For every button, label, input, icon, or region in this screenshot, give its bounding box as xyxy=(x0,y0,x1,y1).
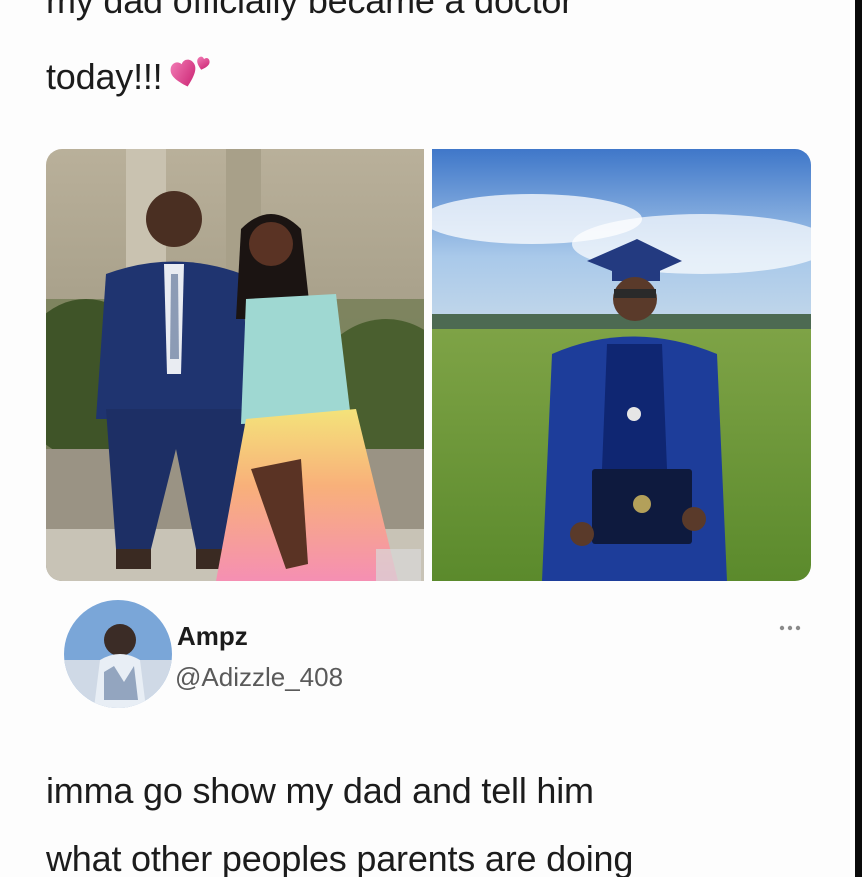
more-options-icon[interactable] xyxy=(778,621,802,635)
post-text-line-1: my dad officially became a doctor xyxy=(46,0,574,21)
display-name[interactable]: Ampz xyxy=(177,621,248,652)
post-text-line-2: today!!! xyxy=(46,57,214,99)
user-handle[interactable]: @Adizzle_408 xyxy=(175,662,343,693)
reply-text-line-2: what other peoples parents are doing xyxy=(46,838,634,877)
reply-text-line-1: imma go show my dad and tell him xyxy=(46,770,594,811)
graduate-in-cap-and-gown-photo[interactable] xyxy=(432,149,811,581)
post-text-line-2-label: today!!! xyxy=(46,56,163,97)
screen-edge xyxy=(855,0,862,877)
tweet-screenshot: my dad officially became a doctor today!… xyxy=(0,0,855,877)
avatar[interactable] xyxy=(64,600,172,708)
two-hearts-icon xyxy=(170,53,214,99)
father-and-daughter-photo[interactable] xyxy=(46,149,424,581)
